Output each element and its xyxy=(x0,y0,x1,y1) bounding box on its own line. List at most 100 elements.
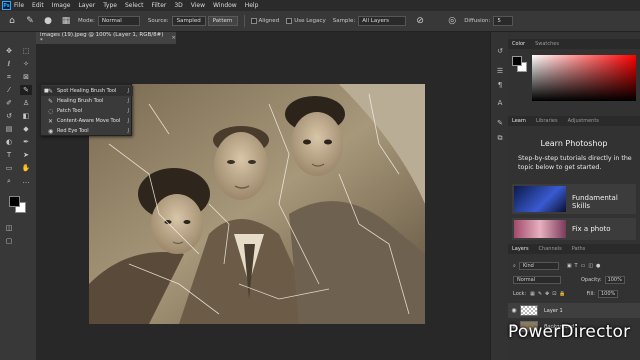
blur-tool-icon[interactable]: ◆ xyxy=(20,124,32,134)
zoom-tool-icon[interactable]: ⌕ xyxy=(3,176,15,186)
menu-window[interactable]: Window xyxy=(213,2,237,9)
tab-layers[interactable]: Layers xyxy=(512,246,529,252)
aligned-checkbox[interactable] xyxy=(250,18,257,24)
clone-source-panel-icon[interactable]: ⧉ xyxy=(494,133,506,143)
healing-brush-preset-icon[interactable]: ✎ xyxy=(24,15,36,27)
mode-select[interactable]: Normal xyxy=(97,16,140,26)
learn-panel-tabs: Learn Libraries Adjustments xyxy=(508,116,640,126)
shortcut-key: J xyxy=(127,108,129,114)
fill-input[interactable]: 100% xyxy=(598,289,619,298)
separator xyxy=(243,15,245,27)
hand-tool-icon[interactable]: ✋ xyxy=(20,163,32,173)
spot-healing-tool-icon[interactable]: ✎ xyxy=(20,85,32,95)
document-tab[interactable]: images (19).jpeg @ 100% (Layer 1, RGB/8#… xyxy=(36,32,176,44)
blend-mode-select[interactable]: Normal xyxy=(513,275,561,284)
brush-settings-icon[interactable]: ▦ xyxy=(60,15,72,27)
menu-3d[interactable]: 3D xyxy=(174,2,182,9)
visibility-eye-icon[interactable]: ◉ xyxy=(508,307,520,314)
frame-tool-icon[interactable]: ⊠ xyxy=(20,72,32,82)
diffusion-select[interactable]: 5 xyxy=(493,16,514,26)
kind-filter-select[interactable]: Kind xyxy=(518,261,559,270)
layer-name: Layer 1 xyxy=(544,307,563,314)
learn-card-fundamental-skills[interactable]: Fundamental Skills xyxy=(512,184,636,214)
history-brush-tool-icon[interactable]: ↺ xyxy=(3,111,15,121)
quick-mask-icon[interactable]: ◫ xyxy=(3,223,15,233)
tools-panel: ✥ ⬚ ℓ ✧ ⌗ ⊠ ⁄ ✎ ✐ ♙ ↺ ◧ ▤ ◆ ◐ ✒ T ➤ ▭ ✋ … xyxy=(0,32,36,360)
menu-type[interactable]: Type xyxy=(103,2,117,9)
more-tools-icon[interactable]: … xyxy=(20,176,32,186)
sample-label: Sample: xyxy=(332,18,356,24)
paragraph-panel-icon[interactable]: ¶ xyxy=(494,80,506,90)
source-label: Source: xyxy=(147,18,169,24)
diffusion-label: Diffusion: xyxy=(464,18,491,24)
flyout-item-red-eye[interactable]: ◉ Red Eye Tool J xyxy=(41,126,133,136)
marquee-tool-icon[interactable]: ⬚ xyxy=(20,46,32,56)
flyout-item-healing-brush[interactable]: ✎ Healing Brush Tool J xyxy=(41,96,133,106)
gradient-tool-icon[interactable]: ▤ xyxy=(3,124,15,134)
eraser-tool-icon[interactable]: ◧ xyxy=(20,111,32,121)
close-icon[interactable]: × xyxy=(171,35,176,41)
properties-panel-icon[interactable]: ☰ xyxy=(494,66,506,76)
learn-card-fix-photo[interactable]: Fix a photo xyxy=(512,218,636,240)
sampled-button[interactable]: Sampled xyxy=(171,16,206,26)
fix-photo-thumbnail xyxy=(514,220,566,238)
tab-swatches[interactable]: Swatches xyxy=(535,41,559,47)
tab-adjustments[interactable]: Adjustments xyxy=(568,118,599,124)
filter-type-icons[interactable]: ▣T▭◫● xyxy=(567,263,604,269)
flyout-item-spot-healing[interactable]: ■ ✎ Spot Healing Brush Tool J xyxy=(41,86,133,96)
sample-select[interactable]: All Layers xyxy=(358,16,407,26)
move-tool-icon[interactable]: ✥ xyxy=(3,46,15,56)
vintage-family-photo xyxy=(89,84,425,324)
use-legacy-checkbox[interactable] xyxy=(286,18,293,24)
menu-help[interactable]: Help xyxy=(245,2,259,9)
opacity-input[interactable]: 100% xyxy=(604,275,625,284)
flyout-item-patch[interactable]: ◌ Patch Tool J xyxy=(41,106,133,116)
color-panel-tabs: Color Swatches xyxy=(508,39,640,49)
panel-foreground-swatch[interactable] xyxy=(512,56,522,66)
flyout-item-label: Red Eye Tool xyxy=(57,128,89,134)
menu-file[interactable]: File xyxy=(14,2,24,9)
quick-select-tool-icon[interactable]: ✧ xyxy=(20,59,32,69)
powerdirector-watermark: PowerDirector xyxy=(508,322,631,342)
menu-view[interactable]: View xyxy=(191,2,205,9)
tab-paths[interactable]: Paths xyxy=(572,246,586,252)
tab-channels[interactable]: Channels xyxy=(539,246,562,252)
menu-edit[interactable]: Edit xyxy=(32,2,44,9)
screen-mode-icon[interactable]: ▢ xyxy=(3,236,15,246)
brush-settings-panel-icon[interactable]: ✎ xyxy=(494,118,506,128)
foreground-color-swatch[interactable] xyxy=(9,196,20,207)
pressure-icon[interactable]: ◎ xyxy=(446,15,458,27)
lock-icons[interactable]: ▦✎✥⊡🔒 xyxy=(530,291,569,297)
clone-stamp-tool-icon[interactable]: ♙ xyxy=(20,98,32,108)
collapsed-panels-strip: ↺ ☰ ¶ A ✎ ⧉ xyxy=(490,32,508,360)
menu-filter[interactable]: Filter xyxy=(152,2,167,9)
crop-tool-icon[interactable]: ⌗ xyxy=(3,72,15,82)
menu-image[interactable]: Image xyxy=(52,2,71,9)
tab-libraries[interactable]: Libraries xyxy=(536,118,558,124)
rectangle-tool-icon[interactable]: ▭ xyxy=(3,163,15,173)
layer-filter-row: ⌕ Kind ▣T▭◫● xyxy=(508,260,640,271)
type-tool-icon[interactable]: T xyxy=(3,150,15,160)
character-panel-icon[interactable]: A xyxy=(494,98,506,108)
tab-learn[interactable]: Learn xyxy=(512,118,526,124)
history-panel-icon[interactable]: ↺ xyxy=(494,46,506,56)
brush-size-icon[interactable]: ● xyxy=(42,15,54,27)
tab-color[interactable]: Color xyxy=(512,41,525,47)
flyout-item-content-aware-move[interactable]: ✕ Content-Aware Move Tool J xyxy=(41,116,133,126)
pen-tool-icon[interactable]: ✒ xyxy=(20,137,32,147)
shortcut-key: J xyxy=(127,98,129,104)
brush-tool-icon[interactable]: ✐ xyxy=(3,98,15,108)
lasso-tool-icon[interactable]: ℓ xyxy=(3,59,15,69)
path-select-tool-icon[interactable]: ➤ xyxy=(20,150,32,160)
pattern-button[interactable]: Pattern xyxy=(207,16,238,26)
color-picker-field[interactable] xyxy=(532,55,636,101)
home-icon[interactable]: ⌂ xyxy=(6,15,18,27)
learn-card-label: Fix a photo xyxy=(572,225,611,233)
dodge-tool-icon[interactable]: ◐ xyxy=(3,137,15,147)
menu-bar: Ps File Edit Image Layer Type Select Fil… xyxy=(0,0,640,11)
menu-select[interactable]: Select xyxy=(125,2,144,9)
layer-row-layer-1[interactable]: ◉ Layer 1 xyxy=(508,303,640,318)
menu-layer[interactable]: Layer xyxy=(78,2,95,9)
eyedropper-tool-icon[interactable]: ⁄ xyxy=(3,85,15,95)
ignore-adjustment-layers-icon[interactable]: ⊘ xyxy=(414,15,426,27)
